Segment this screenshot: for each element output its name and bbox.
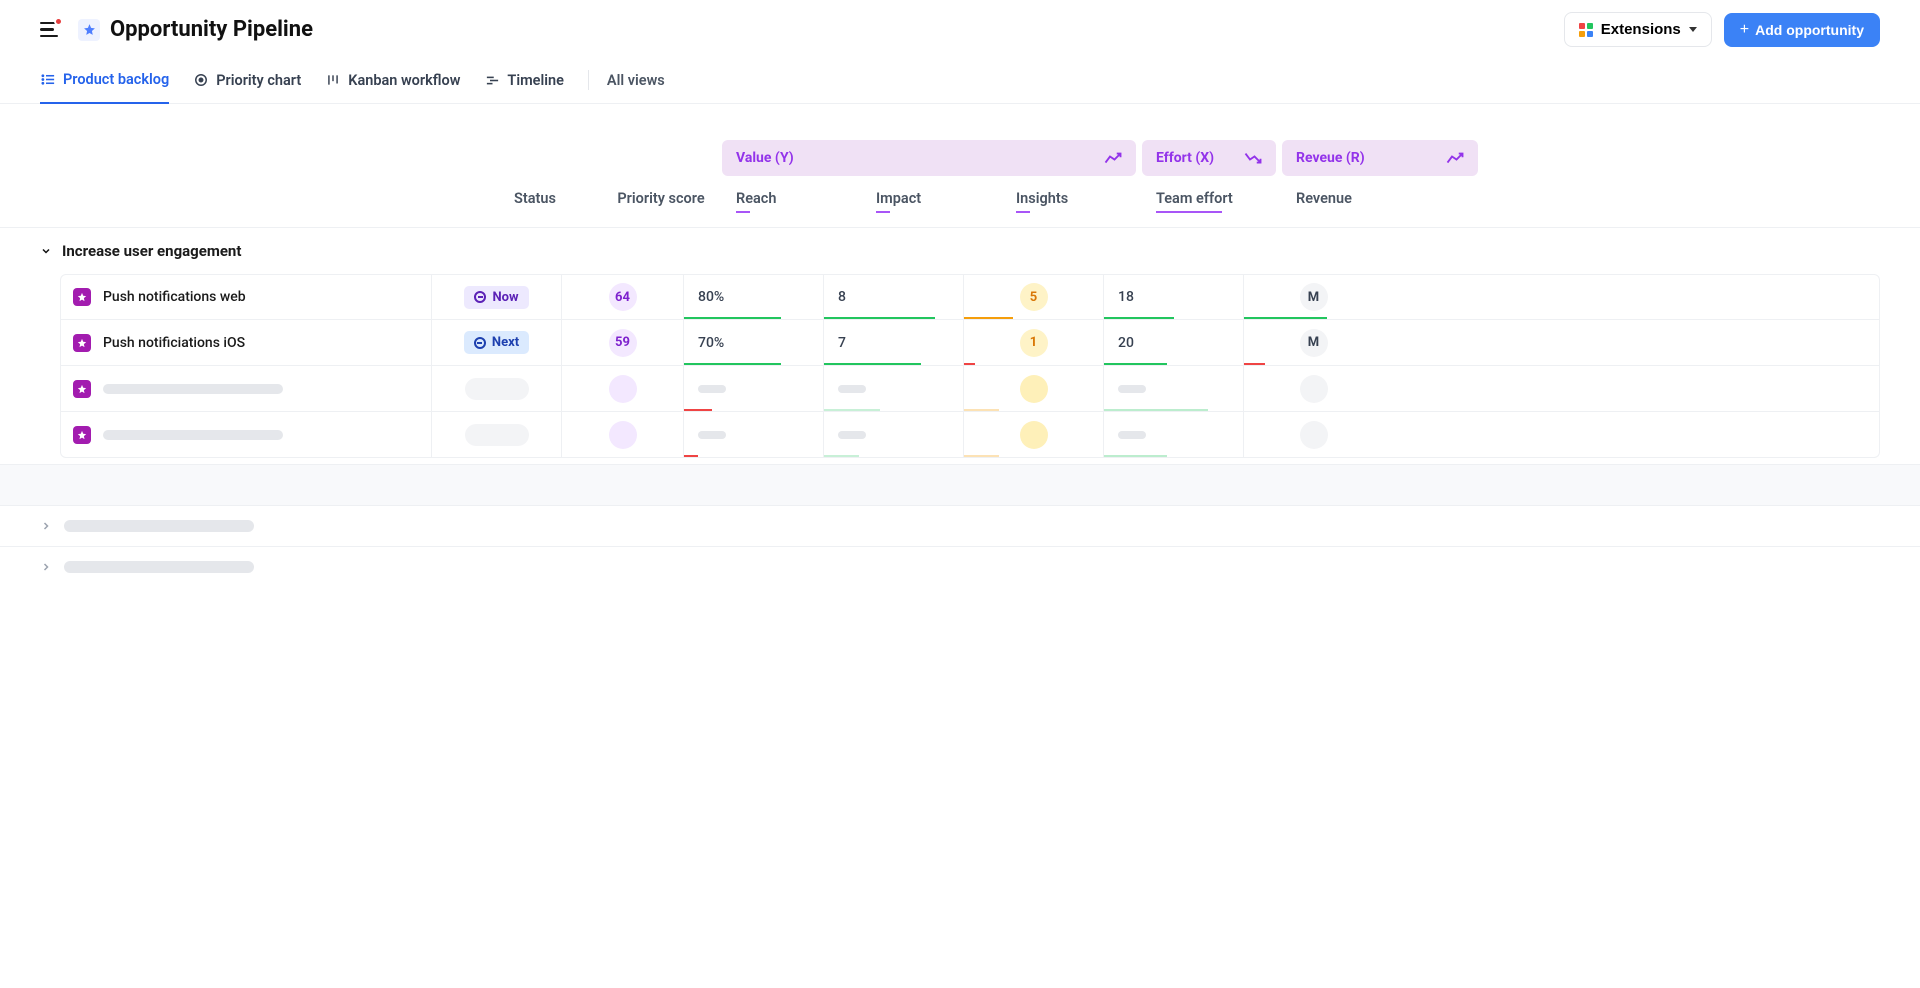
kanban-icon [325, 72, 341, 88]
table-row[interactable]: Push notifications web Now 64 80% 8 5 18… [60, 274, 1880, 320]
add-opportunity-button[interactable]: + Add opportunity [1724, 13, 1880, 47]
notification-dot [54, 17, 63, 26]
chevron-right-icon [40, 520, 52, 532]
target-icon [193, 72, 209, 88]
list-icon [40, 72, 56, 88]
trend-down-icon [1244, 152, 1262, 164]
effort-value: 18 [1118, 289, 1134, 305]
reach-value: 70% [698, 335, 724, 351]
revenue-value: M [1300, 329, 1328, 357]
tab-timeline[interactable]: Timeline [484, 62, 564, 103]
extensions-button[interactable]: Extensions [1564, 12, 1712, 47]
skeleton-text [698, 385, 726, 393]
col-impact: Impact [862, 190, 1002, 213]
add-opportunity-label: Add opportunity [1755, 22, 1864, 38]
tab-product-backlog[interactable]: Product backlog [40, 61, 169, 104]
impact-value: 8 [838, 289, 846, 305]
star-icon [73, 426, 91, 444]
plus-icon: + [1740, 22, 1749, 38]
skeleton-circle [1020, 375, 1048, 403]
col-priority: Priority score [600, 190, 722, 213]
skeleton-text [103, 384, 283, 394]
skeleton-text [1118, 385, 1146, 393]
table-row[interactable]: Push notificiations iOS Next 59 70% 7 1 … [60, 320, 1880, 366]
group-header-engagement[interactable]: Increase user engagement [0, 228, 1920, 274]
col-insights: Insights [1002, 190, 1142, 213]
star-icon [73, 288, 91, 306]
col-reach: Reach [722, 190, 862, 213]
status-badge[interactable]: Next [464, 331, 529, 354]
priority-score: 59 [609, 329, 637, 357]
col-team-effort: Team effort [1142, 190, 1282, 213]
star-badge-icon[interactable] [78, 19, 100, 41]
filter-revenue[interactable]: Reveue (R) [1282, 140, 1478, 176]
skeleton-badge [465, 424, 529, 446]
chevron-down-icon [40, 245, 52, 257]
skeleton-text [64, 520, 254, 532]
skeleton-text [698, 431, 726, 439]
skeleton-circle [609, 375, 637, 403]
star-icon [73, 334, 91, 352]
status-badge[interactable]: Now [464, 286, 528, 309]
skeleton-circle [609, 421, 637, 449]
skeleton-circle [1300, 421, 1328, 449]
skeleton-text [103, 430, 283, 440]
collapsed-group-1[interactable] [0, 505, 1920, 546]
tab-priority-chart[interactable]: Priority chart [193, 62, 301, 103]
skeleton-circle [1300, 375, 1328, 403]
group-title: Increase user engagement [62, 242, 241, 260]
revenue-value: M [1300, 283, 1328, 311]
status-dot-icon [474, 337, 486, 349]
skeleton-text [1118, 431, 1146, 439]
skeleton-text [838, 385, 866, 393]
skeleton-circle [1020, 421, 1048, 449]
col-status: Status [470, 190, 600, 213]
grid-icon [1579, 23, 1593, 37]
priority-score: 64 [609, 283, 637, 311]
extensions-label: Extensions [1601, 21, 1681, 38]
filter-effort[interactable]: Effort (X) [1142, 140, 1276, 176]
trend-up-icon [1446, 152, 1464, 164]
insights-value: 1 [1020, 329, 1048, 357]
table-row-skeleton [60, 412, 1880, 458]
row-title-text: Push notificiations iOS [103, 335, 245, 351]
status-dot-icon [474, 291, 486, 303]
table-row-skeleton [60, 366, 1880, 412]
filter-value[interactable]: Value (Y) [722, 140, 1136, 176]
skeleton-badge [465, 378, 529, 400]
skeleton-text [64, 561, 254, 573]
impact-value: 7 [838, 335, 846, 351]
tab-separator [588, 70, 589, 90]
tab-kanban-workflow[interactable]: Kanban workflow [325, 62, 460, 103]
trend-up-icon [1104, 152, 1122, 164]
chevron-right-icon [40, 561, 52, 573]
effort-value: 20 [1118, 335, 1134, 351]
timeline-icon [484, 72, 500, 88]
col-revenue: Revenue [1282, 190, 1422, 213]
caret-down-icon [1689, 27, 1697, 32]
menu-icon[interactable] [40, 22, 60, 38]
collapsed-group-2[interactable] [0, 546, 1920, 587]
skeleton-text [838, 431, 866, 439]
tab-all-views[interactable]: All views [607, 62, 665, 103]
page-title: Opportunity Pipeline [110, 17, 313, 42]
insights-value: 5 [1020, 283, 1048, 311]
row-title-text: Push notifications web [103, 289, 246, 305]
reach-value: 80% [698, 289, 724, 305]
star-icon [73, 380, 91, 398]
